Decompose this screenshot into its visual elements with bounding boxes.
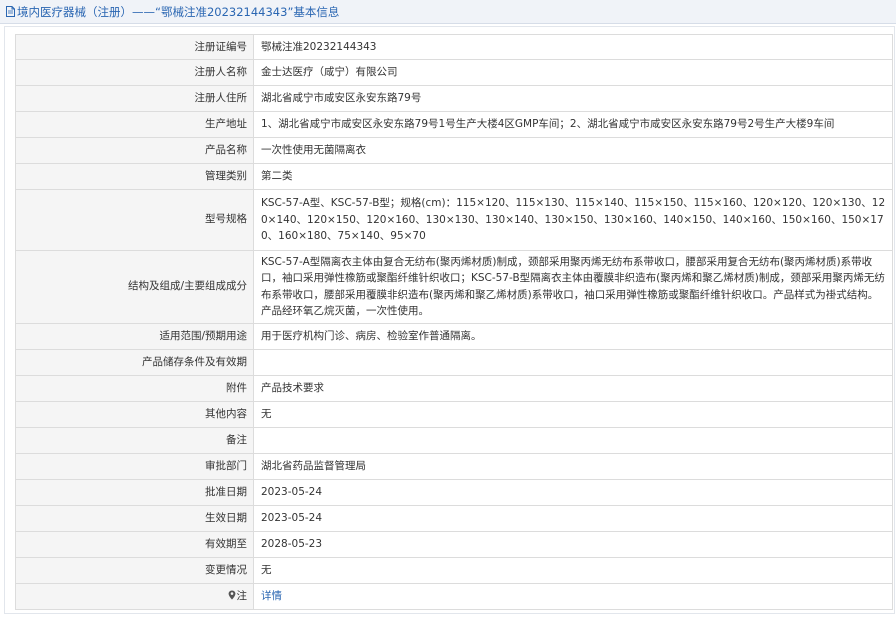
row-label-other-content: 其他内容 xyxy=(15,400,254,428)
row-value-approval-date: 2023-05-24 xyxy=(253,478,893,506)
row-value-other-content: 无 xyxy=(253,400,893,428)
row-label-attachment: 附件 xyxy=(15,374,254,402)
row-value-approval-dept: 湖北省药品监督管理局 xyxy=(253,452,893,480)
table-row: 注册人名称 金士达医疗（咸宁）有限公司 xyxy=(15,59,893,86)
row-label-storage: 产品储存条件及有效期 xyxy=(15,348,254,376)
row-label-change-status: 变更情况 xyxy=(15,556,254,584)
row-value-storage xyxy=(253,348,893,376)
row-value-management-class: 第二类 xyxy=(253,163,893,190)
table-row: 备注 xyxy=(15,426,893,454)
page-title: 境内医疗器械（注册）——“鄂械注准20232144343”基本信息 xyxy=(17,5,340,19)
row-value-change-status: 无 xyxy=(253,556,893,584)
row-value-model-spec: KSC-57-A型、KSC-57-B型；规格(cm)：115×120、115×1… xyxy=(253,189,893,251)
row-label-remarks: 备注 xyxy=(15,426,254,454)
table-row: 型号规格 KSC-57-A型、KSC-57-B型；规格(cm)：115×120、… xyxy=(15,189,893,251)
row-value-valid-until: 2028-05-23 xyxy=(253,530,893,558)
row-label-management-class: 管理类别 xyxy=(15,163,254,190)
info-table: 注册证编号 鄂械注准20232144343 注册人名称 金士达医疗（咸宁）有限公… xyxy=(15,34,893,610)
pin-icon xyxy=(228,590,235,599)
table-row: 适用范围/预期用途 用于医疗机构门诊、病房、检验室作普通隔离。 xyxy=(15,322,893,350)
table-row: 结构及组成/主要组成成分 KSC-57-A型隔离衣主体由复合无纺布(聚丙烯材质)… xyxy=(15,249,893,324)
row-value-registrant-name: 金士达医疗（咸宁）有限公司 xyxy=(253,59,893,86)
details-link[interactable]: 详情 xyxy=(261,590,282,602)
row-value-attachment: 产品技术要求 xyxy=(253,374,893,402)
info-panel: 注册证编号 鄂械注准20232144343 注册人名称 金士达医疗（咸宁）有限公… xyxy=(4,26,895,614)
table-row: 生效日期 2023-05-24 xyxy=(15,504,893,532)
row-value-composition: KSC-57-A型隔离衣主体由复合无纺布(聚丙烯材质)制成，颈部采用聚丙烯无纺布… xyxy=(253,249,893,324)
row-label-production-address: 生产地址 xyxy=(15,111,254,138)
table-row: 注册人住所 湖北省咸宁市咸安区永安东路79号 xyxy=(15,85,893,112)
note-label: 注 xyxy=(236,589,248,602)
row-value-product-name: 一次性使用无菌隔离衣 xyxy=(253,137,893,164)
row-label-registration-number: 注册证编号 xyxy=(15,34,254,60)
table-row: 产品储存条件及有效期 xyxy=(15,348,893,376)
row-label-approval-dept: 审批部门 xyxy=(15,452,254,480)
row-value-registration-number: 鄂械注准20232144343 xyxy=(253,34,893,60)
table-row: 注册证编号 鄂械注准20232144343 xyxy=(15,34,893,60)
row-label-valid-until: 有效期至 xyxy=(15,530,254,558)
row-label-registrant-address: 注册人住所 xyxy=(15,85,254,112)
table-row: 注 详情 xyxy=(15,582,893,610)
table-row: 有效期至 2028-05-23 xyxy=(15,530,893,558)
row-label-effective-date: 生效日期 xyxy=(15,504,254,532)
row-label-model-spec: 型号规格 xyxy=(15,189,254,251)
row-label-intended-use: 适用范围/预期用途 xyxy=(15,322,254,350)
row-label-approval-date: 批准日期 xyxy=(15,478,254,506)
row-label-composition: 结构及组成/主要组成成分 xyxy=(15,249,254,324)
row-value-production-address: 1、湖北省咸宁市咸安区永安东路79号1号生产大楼4区GMP车间；2、湖北省咸宁市… xyxy=(253,111,893,138)
row-value-intended-use: 用于医疗机构门诊、病房、检验室作普通隔离。 xyxy=(253,322,893,350)
table-row: 生产地址 1、湖北省咸宁市咸安区永安东路79号1号生产大楼4区GMP车间；2、湖… xyxy=(15,111,893,138)
table-row: 批准日期 2023-05-24 xyxy=(15,478,893,506)
table-row: 管理类别 第二类 xyxy=(15,163,893,190)
table-row: 审批部门 湖北省药品监督管理局 xyxy=(15,452,893,480)
table-row: 变更情况 无 xyxy=(15,556,893,584)
document-icon xyxy=(6,6,15,17)
row-value-remarks xyxy=(253,426,893,454)
row-value-note: 详情 xyxy=(253,582,893,610)
table-row: 附件 产品技术要求 xyxy=(15,374,893,402)
row-value-registrant-address: 湖北省咸宁市咸安区永安东路79号 xyxy=(253,85,893,112)
row-label-registrant-name: 注册人名称 xyxy=(15,59,254,86)
row-label-note: 注 xyxy=(15,582,254,610)
row-label-product-name: 产品名称 xyxy=(15,137,254,164)
page-header: 境内医疗器械（注册）——“鄂械注准20232144343”基本信息 xyxy=(0,0,896,24)
row-value-effective-date: 2023-05-24 xyxy=(253,504,893,532)
table-row: 产品名称 一次性使用无菌隔离衣 xyxy=(15,137,893,164)
table-row: 其他内容 无 xyxy=(15,400,893,428)
header-title-wrap: 境内医疗器械（注册）——“鄂械注准20232144343”基本信息 xyxy=(6,5,339,19)
